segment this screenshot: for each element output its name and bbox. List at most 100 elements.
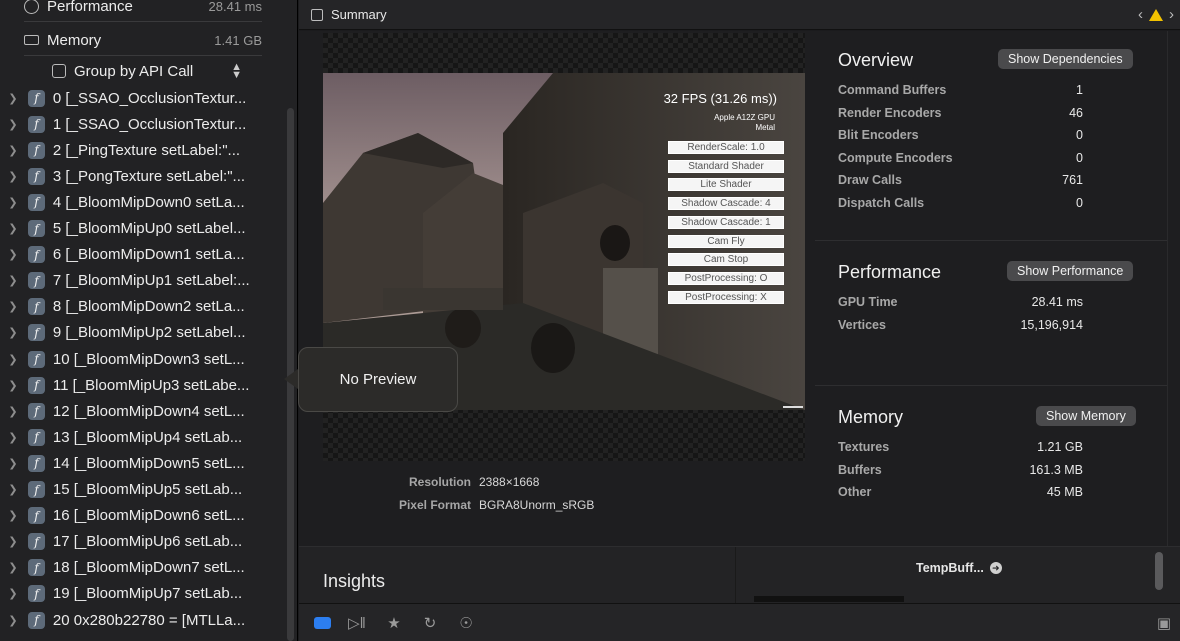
api-call-row[interactable]: ❯ f 4 [_BloomMipDown0 setLa... bbox=[0, 189, 284, 215]
step-forward-icon[interactable]: ▷‖ bbox=[348, 614, 366, 632]
function-icon: f bbox=[27, 272, 45, 290]
function-icon: f bbox=[27, 89, 45, 107]
api-call-row[interactable]: ❯ f 20 0x280b22780 = [MTLLa... bbox=[0, 607, 284, 633]
pixel-format-label: Pixel Format bbox=[398, 498, 471, 512]
hud-button[interactable]: Cam Fly bbox=[668, 234, 784, 248]
disclosure-chevron-icon[interactable]: ❯ bbox=[4, 587, 22, 600]
disclosure-chevron-icon[interactable]: ❯ bbox=[4, 405, 22, 418]
api-call-row[interactable]: ❯ f 19 [_BloomMipUp7 setLab... bbox=[0, 581, 284, 607]
stat-label: Other bbox=[838, 485, 872, 500]
go-arrow-icon[interactable]: ➜ bbox=[989, 562, 1002, 574]
disclosure-chevron-icon[interactable]: ❯ bbox=[4, 300, 22, 313]
show-memory-button[interactable]: Show Memory bbox=[1036, 406, 1136, 426]
api-call-row[interactable]: ❯ f 17 [_BloomMipUp6 setLab... bbox=[0, 529, 284, 555]
stat-label: Dispatch Calls bbox=[838, 196, 925, 210]
stat-value: 1 bbox=[1076, 83, 1083, 97]
bug-icon[interactable]: ★ bbox=[385, 614, 403, 632]
disclosure-chevron-icon[interactable]: ❯ bbox=[4, 222, 22, 235]
sidebar-divider bbox=[24, 21, 262, 22]
memory-stat-row: Textures 1.21 GB bbox=[838, 440, 1083, 454]
disclosure-chevron-icon[interactable]: ❯ bbox=[4, 509, 22, 522]
function-icon: f bbox=[27, 611, 45, 629]
disclosure-chevron-icon[interactable]: ❯ bbox=[4, 483, 22, 496]
hud-button[interactable]: Cam Stop bbox=[668, 253, 784, 267]
hud-button[interactable]: Shadow Cascade: 4 bbox=[668, 197, 784, 211]
reload-icon[interactable]: ↻ bbox=[421, 614, 439, 632]
performance-title: Performance bbox=[838, 262, 942, 282]
function-icon: f bbox=[27, 428, 45, 446]
function-icon: f bbox=[27, 533, 45, 551]
chevron-left-icon[interactable]: ‹ bbox=[1138, 6, 1143, 23]
api-call-row[interactable]: ❯ f 3 [_PongTexture setLabel:"... bbox=[0, 163, 284, 189]
api-call-row[interactable]: ❯ f 18 [_BloomMipDown7 setL... bbox=[0, 555, 284, 581]
compass-icon[interactable]: ☉ bbox=[457, 614, 475, 632]
disclosure-chevron-icon[interactable]: ❯ bbox=[4, 248, 22, 261]
api-call-label: 12 [_BloomMipDown4 setL... bbox=[52, 402, 245, 420]
hud-button[interactable]: PostProcessing: O bbox=[668, 271, 784, 285]
api-call-row[interactable]: ❯ f 7 [_BloomMipUp1 setLabel:... bbox=[0, 268, 284, 294]
disclosure-chevron-icon[interactable]: ❯ bbox=[4, 196, 22, 209]
api-call-row[interactable]: ❯ f 5 [_BloomMipUp0 setLabel... bbox=[0, 216, 284, 242]
api-call-row[interactable]: ❯ f 2 [_PingTexture setLabel:"... bbox=[0, 137, 284, 163]
document-icon bbox=[311, 8, 323, 21]
api-call-row[interactable]: ❯ f 16 [_BloomMipDown6 setL... bbox=[0, 503, 284, 529]
api-call-row[interactable]: ❯ f 9 [_BloomMipUp2 setLabel... bbox=[0, 320, 284, 346]
disclosure-chevron-icon[interactable]: ❯ bbox=[4, 326, 22, 339]
sidebar-item-value: 28.41 ms bbox=[208, 0, 262, 14]
api-call-row[interactable]: ❯ f 15 [_BloomMipUp5 setLab... bbox=[0, 477, 284, 503]
api-call-row[interactable]: ❯ f 6 [_BloomMipDown1 setLa... bbox=[0, 242, 284, 268]
stat-label: Textures bbox=[838, 440, 890, 454]
stat-value: 1.21 GB bbox=[1037, 440, 1083, 454]
sidebar-item-memory[interactable]: Memory 1.41 GB bbox=[24, 27, 262, 53]
panel-toggle-icon[interactable]: ▣ bbox=[1155, 614, 1173, 632]
api-call-row[interactable]: ❯ f 12 [_BloomMipDown4 setL... bbox=[0, 398, 284, 424]
disclosure-chevron-icon[interactable]: ❯ bbox=[4, 561, 22, 574]
api-call-row[interactable]: ❯ f 0 [_SSAO_OcclusionTextur... bbox=[0, 85, 284, 111]
disclosure-chevron-icon[interactable]: ❯ bbox=[4, 535, 22, 548]
hud-button[interactable]: Lite Shader bbox=[668, 178, 784, 192]
overview-stat-row: Compute Encoders 0 bbox=[838, 151, 1083, 165]
sidebar-item-performance[interactable]: Performance 28.41 ms bbox=[24, 0, 262, 19]
disclosure-chevron-icon[interactable]: ❯ bbox=[4, 92, 22, 105]
function-icon: f bbox=[27, 193, 45, 211]
memory-stat-row: Buffers 161.3 MB bbox=[838, 463, 1083, 477]
api-call-label: 0 [_SSAO_OcclusionTextur... bbox=[52, 89, 247, 107]
api-call-row[interactable]: ❯ f 10 [_BloomMipDown3 setL... bbox=[0, 346, 284, 372]
chevron-right-icon[interactable]: › bbox=[1169, 6, 1174, 23]
api-call-label: 10 [_BloomMipDown3 setL... bbox=[52, 350, 245, 368]
insights-panel: Insights TempBuff... ➜ bbox=[299, 546, 1180, 604]
hud-button[interactable]: Shadow Cascade: 1 bbox=[668, 215, 784, 229]
show-performance-button[interactable]: Show Performance bbox=[1007, 261, 1134, 281]
show-dependencies-button[interactable]: Show Dependencies bbox=[998, 49, 1133, 69]
function-icon: f bbox=[27, 220, 45, 237]
group-icon bbox=[52, 64, 66, 78]
hud-button[interactable]: Standard Shader bbox=[668, 159, 784, 173]
group-by-selector[interactable]: Group by API Call ▲ ▼ bbox=[52, 58, 242, 84]
insight-item[interactable]: TempBuff... ➜ bbox=[916, 561, 1002, 575]
popover-arrow bbox=[284, 369, 298, 389]
disclosure-chevron-icon[interactable]: ❯ bbox=[4, 118, 22, 131]
warning-icon[interactable] bbox=[1149, 8, 1163, 21]
api-call-row[interactable]: ❯ f 1 [_SSAO_OcclusionTextur... bbox=[0, 111, 284, 137]
disclosure-chevron-icon[interactable]: ❯ bbox=[4, 170, 22, 183]
disclosure-chevron-icon[interactable]: ❯ bbox=[4, 431, 22, 444]
insights-scrollbar[interactable] bbox=[1155, 552, 1163, 590]
api-call-label: 19 [_BloomMipUp7 setLab... bbox=[52, 585, 243, 603]
overview-title: Overview bbox=[838, 50, 914, 70]
api-call-row[interactable]: ❯ f 13 [_BloomMipUp4 setLab... bbox=[0, 424, 284, 450]
hud-button[interactable]: RenderScale: 1.0 bbox=[668, 141, 784, 154]
hud-button[interactable]: PostProcessing: X bbox=[668, 290, 784, 304]
clock-icon bbox=[24, 0, 39, 14]
api-call-label: 18 [_BloomMipDown7 setL... bbox=[52, 559, 245, 577]
disclosure-chevron-icon[interactable]: ❯ bbox=[4, 274, 22, 287]
disclosure-chevron-icon[interactable]: ❯ bbox=[4, 614, 22, 627]
api-call-row[interactable]: ❯ f 11 [_BloomMipUp3 setLabe... bbox=[0, 372, 284, 398]
disclosure-chevron-icon[interactable]: ❯ bbox=[4, 144, 22, 157]
disclosure-chevron-icon[interactable]: ❯ bbox=[4, 379, 22, 392]
api-call-row[interactable]: ❯ f 8 [_BloomMipDown2 setLa... bbox=[0, 294, 284, 320]
disclosure-chevron-icon[interactable]: ❯ bbox=[4, 457, 22, 470]
api-call-row[interactable]: ❯ f 14 [_BloomMipDown5 setL... bbox=[0, 450, 284, 476]
disclosure-chevron-icon[interactable]: ❯ bbox=[4, 353, 22, 366]
toggle-panel-icon[interactable] bbox=[314, 617, 331, 629]
stat-label: Draw Calls bbox=[838, 173, 902, 188]
